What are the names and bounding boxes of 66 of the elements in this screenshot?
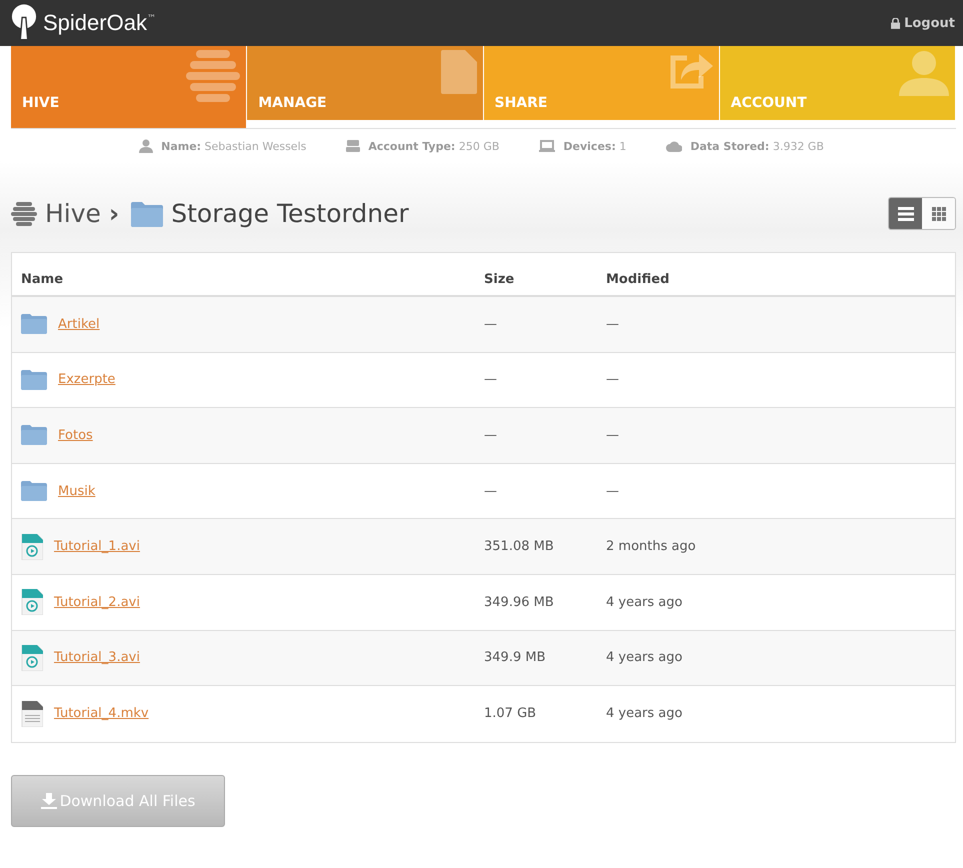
- lock-icon: [891, 18, 900, 28]
- size-cell-text: 1.07 GB: [484, 706, 538, 722]
- file-link[interactable]: Exzerpte: [58, 372, 116, 388]
- cloud-icon: [666, 140, 682, 152]
- trademark: ™: [146, 14, 156, 24]
- size-cell-text: —: [484, 428, 498, 443]
- file-icon: [21, 700, 43, 727]
- tree-logo-icon: [11, 4, 37, 42]
- account-info-text: Account Type: 250 GB: [368, 140, 500, 152]
- video-file-icon: [21, 644, 43, 671]
- video-file-icon: [21, 534, 43, 560]
- file-link[interactable]: Tutorial_4.mkv: [54, 706, 149, 722]
- nav-tab[interactable]: HIVE: [11, 46, 246, 128]
- folder-icon: [131, 200, 164, 226]
- size-cell-text: —: [484, 316, 498, 332]
- person-icon: [899, 50, 949, 96]
- account-info-text: Devices: 1: [563, 140, 626, 152]
- folder-icon: [21, 425, 47, 446]
- folder-icon: [21, 314, 47, 334]
- size-cell-text: —: [484, 484, 498, 499]
- folder-icon: [21, 370, 47, 390]
- size-cell-text: —: [484, 372, 498, 388]
- nav-tab[interactable]: ACCOUNT: [720, 46, 955, 120]
- video-file-icon: [21, 589, 43, 616]
- laptop-icon: [539, 140, 556, 152]
- file-link[interactable]: Musik: [58, 484, 96, 499]
- account-info-text: Name: Sebastian Wessels: [161, 140, 306, 152]
- hive-icon: [186, 50, 240, 104]
- file-link[interactable]: Tutorial_1.avi: [54, 539, 140, 554]
- download-all-button[interactable]: Download All Files: [11, 774, 225, 827]
- column-header: Modified: [606, 272, 670, 287]
- breadcrumb-link[interactable]: Hive: [45, 199, 101, 228]
- modified-cell-text: 4 years ago: [606, 594, 684, 610]
- folder-title: Storage Testordner: [171, 199, 409, 228]
- download-icon: [40, 792, 57, 809]
- file-link[interactable]: Fotos: [58, 428, 93, 443]
- size-cell-text: 351.08 MB: [484, 539, 555, 554]
- drive-icon: [346, 140, 360, 152]
- size-cell-text: 349.9 MB: [484, 650, 546, 666]
- modified-cell-text: 4 years ago: [606, 650, 684, 666]
- person-icon: [139, 139, 154, 153]
- size-cell-text: 349.96 MB: [484, 594, 555, 610]
- grid-view-button[interactable]: [922, 198, 955, 229]
- nav-tab[interactable]: SHARE: [484, 46, 719, 120]
- file-link[interactable]: Artikel: [58, 316, 100, 332]
- modified-cell-text: 4 years ago: [606, 706, 684, 722]
- logout-link[interactable]: Logout: [891, 16, 955, 30]
- brand-name: SpiderOak: [43, 10, 147, 36]
- hive-icon: [11, 202, 37, 226]
- folder-icon: [21, 481, 47, 502]
- modified-cell-text: —: [606, 316, 620, 332]
- column-header: Size: [484, 272, 516, 287]
- document-icon: [440, 50, 476, 94]
- modified-cell-text: —: [606, 372, 620, 388]
- breadcrumb-separator: ›: [108, 199, 120, 228]
- file-link[interactable]: Tutorial_3.avi: [54, 650, 140, 666]
- list-icon: [898, 206, 914, 220]
- grid-icon: [932, 206, 946, 220]
- modified-cell-text: 2 months ago: [606, 539, 697, 554]
- list-view-button[interactable]: [889, 198, 922, 229]
- account-info-text: Data Stored: 3.932 GB: [690, 140, 824, 152]
- modified-cell-text: —: [606, 484, 620, 499]
- column-header: Name: [20, 272, 64, 287]
- file-link[interactable]: Tutorial_2.avi: [54, 594, 140, 610]
- modified-cell-text: —: [606, 428, 620, 443]
- nav-tab[interactable]: MANAGE: [247, 46, 482, 120]
